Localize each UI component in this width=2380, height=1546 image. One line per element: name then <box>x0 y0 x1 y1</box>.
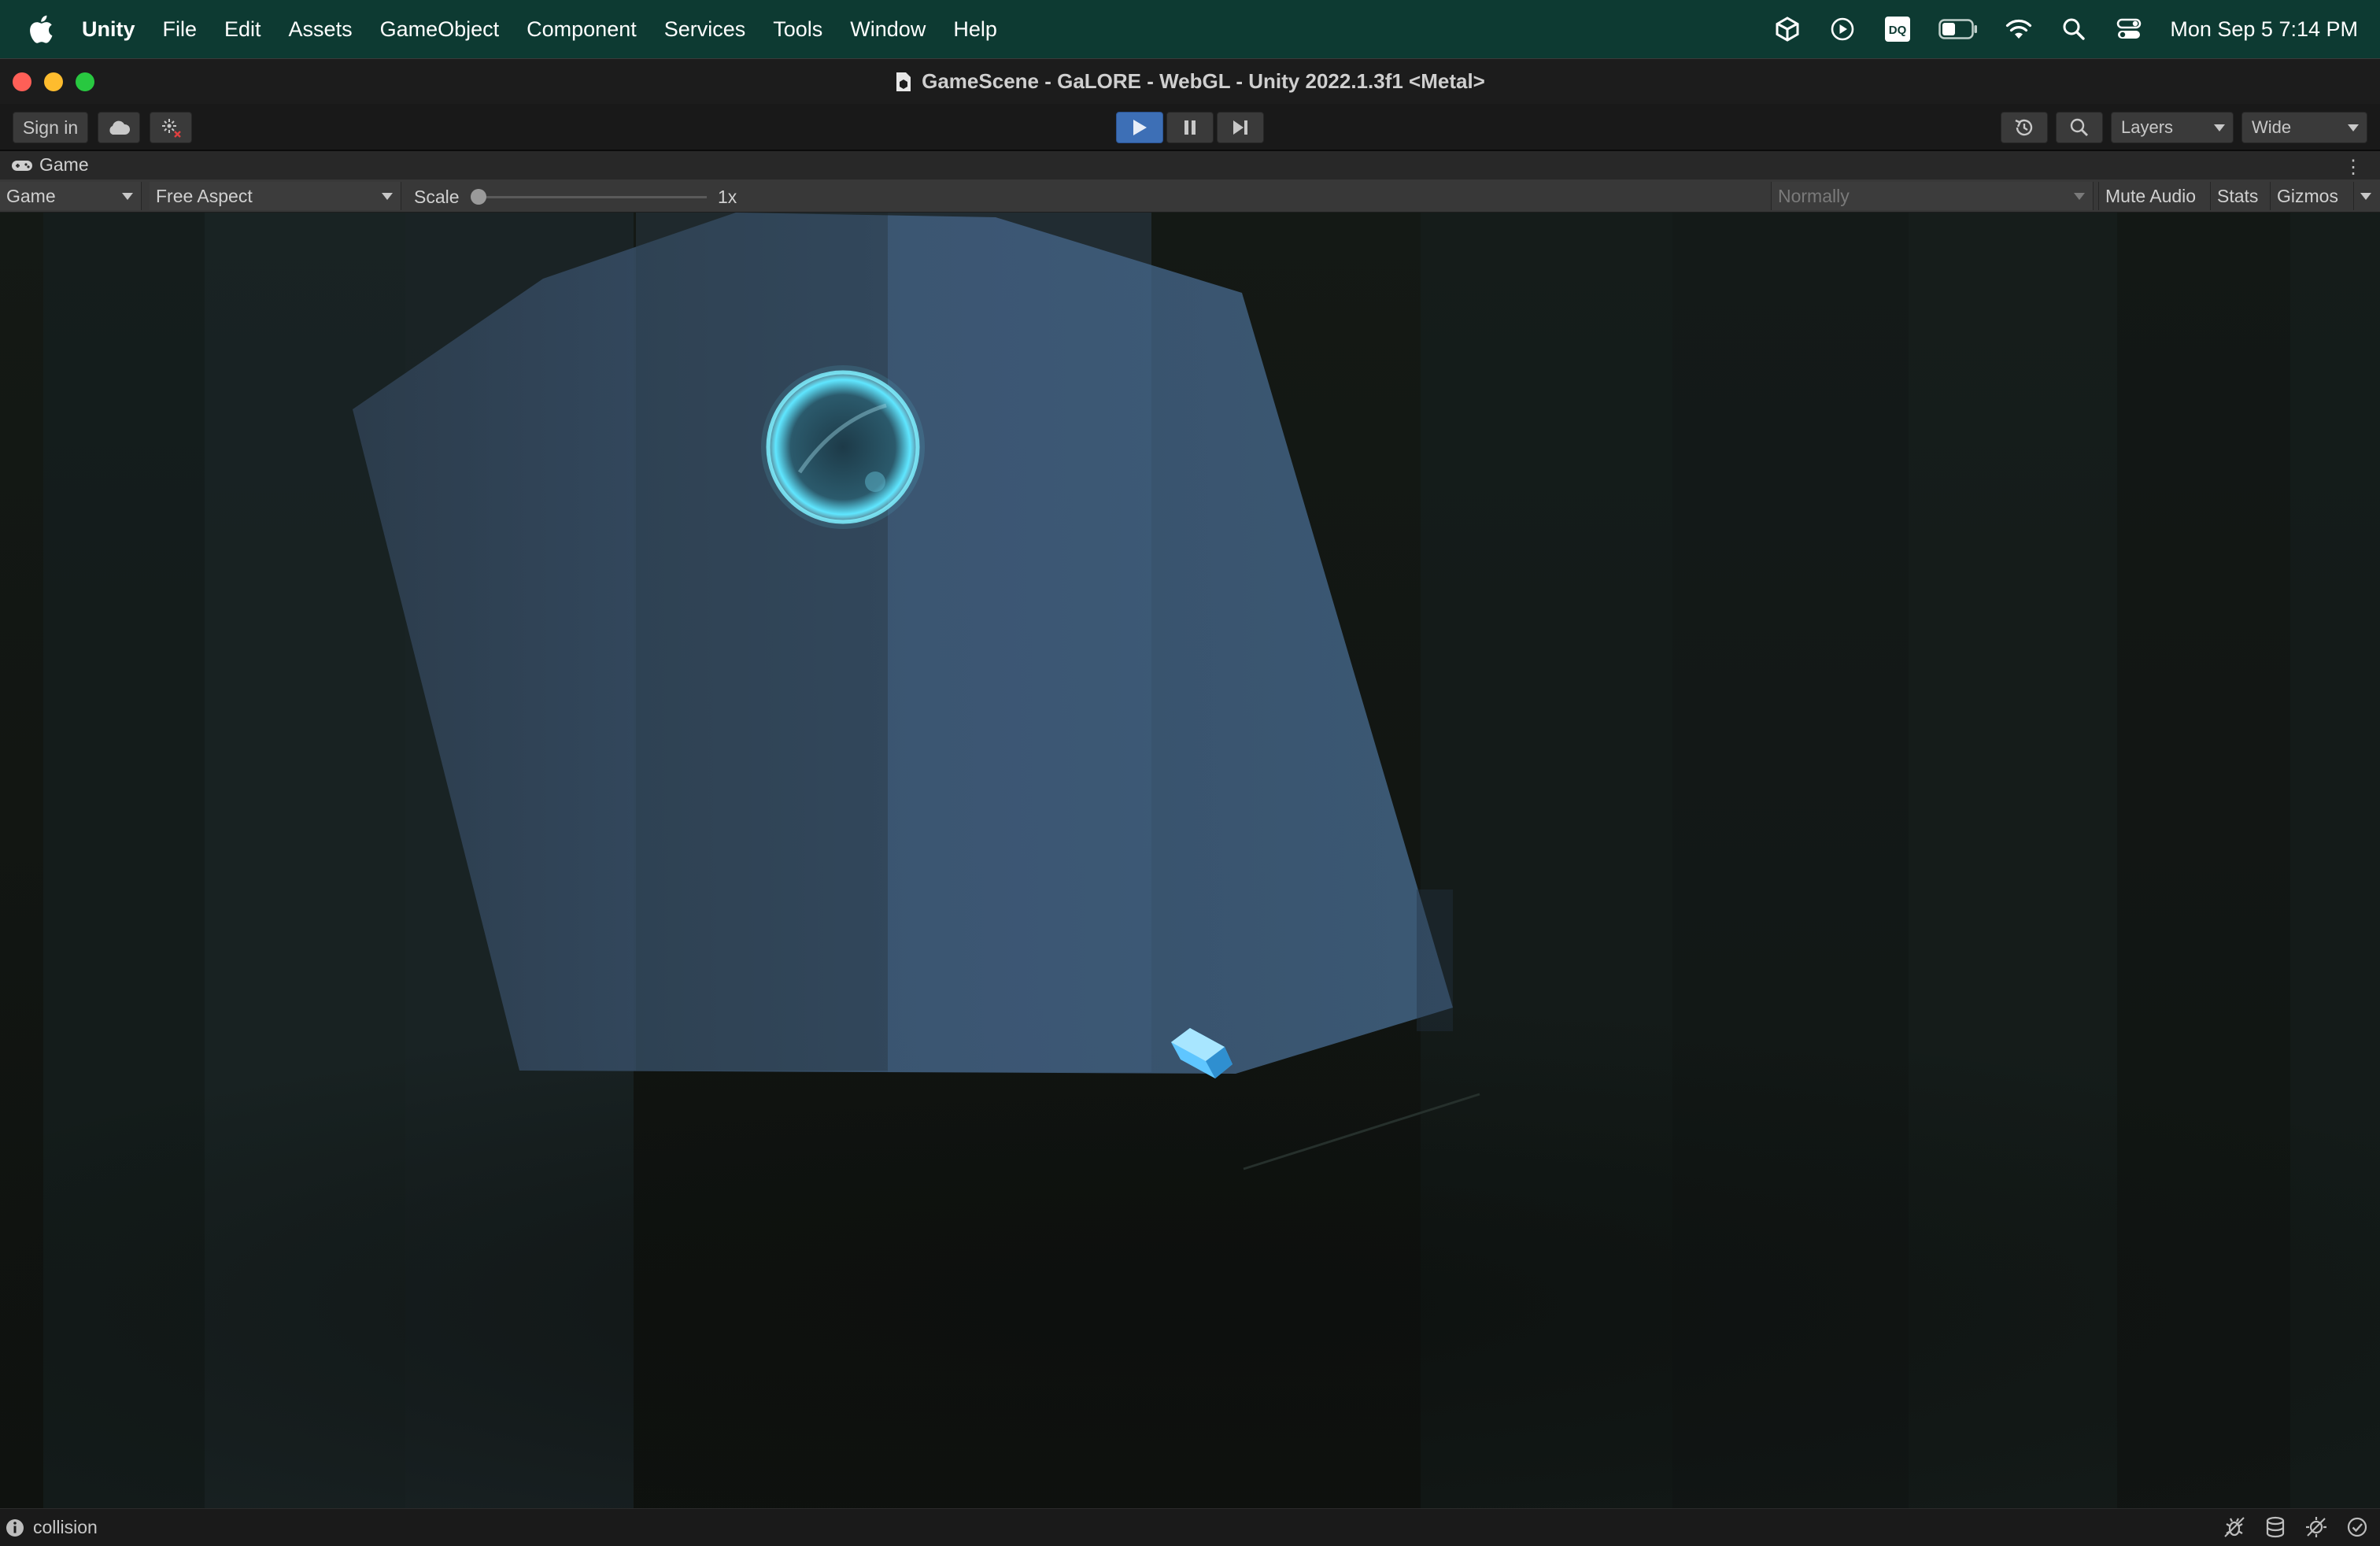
apple-logo-icon[interactable] <box>28 15 54 43</box>
menu-window[interactable]: Window <box>850 17 926 42</box>
progress-check-icon[interactable] <box>2345 1515 2369 1539</box>
play-mode-dropdown[interactable]: Normally <box>1771 182 2094 210</box>
undo-history-button[interactable] <box>2001 112 2048 143</box>
status-bar-icons <box>2223 1515 2369 1539</box>
menu-file[interactable]: File <box>163 17 198 42</box>
layers-dropdown-label: Layers <box>2121 117 2174 137</box>
play-mode-dropdown-label: Normally <box>1778 185 1850 206</box>
battery-icon[interactable] <box>1938 15 1978 43</box>
aspect-dropdown[interactable]: Free Aspect <box>150 182 401 210</box>
menu-gameobject[interactable]: GameObject <box>380 17 500 42</box>
chevron-down-icon <box>382 193 393 200</box>
console-status-bar[interactable]: collision <box>0 1508 2380 1546</box>
sign-in-button[interactable]: Sign in <box>13 112 88 143</box>
wifi-icon[interactable] <box>2005 15 2033 43</box>
layout-dropdown[interactable]: Wide <box>2241 112 2367 143</box>
gizmos-menu-button[interactable] <box>2353 182 2380 210</box>
game-view-controls: Game Free Aspect Scale 1x Normally Mute … <box>0 179 2380 213</box>
display-dropdown-label: Game <box>6 185 56 206</box>
play-circle-icon[interactable] <box>1828 15 1857 43</box>
scale-slider-track[interactable] <box>479 196 707 198</box>
chevron-down-icon <box>2074 193 2085 200</box>
collab-sparkle-icon <box>162 119 181 138</box>
glowing-sphere <box>761 365 925 529</box>
chevron-down-icon <box>2348 124 2359 131</box>
main-toolbar: Sign in Layers Wide <box>0 104 2380 151</box>
more-options-icon[interactable]: ⋮ <box>2344 156 2363 179</box>
step-button[interactable] <box>1217 112 1264 143</box>
menu-bar-clock[interactable]: Mon Sep 5 7:14 PM <box>2170 17 2358 42</box>
game-view-tab-bar: Game ⋮ <box>0 151 2380 179</box>
search-icon[interactable] <box>2060 15 2088 43</box>
window-title: GameScene - GaLORE - WebGL - Unity 2022.… <box>895 69 1485 94</box>
menu-help[interactable]: Help <box>953 17 997 42</box>
stats-button[interactable]: Stats <box>2210 182 2264 210</box>
chevron-down-icon <box>2214 124 2225 131</box>
layers-dropdown[interactable]: Layers <box>2111 112 2234 143</box>
gizmos-button[interactable]: Gizmos <box>2270 182 2345 210</box>
play-icon <box>1133 120 1147 135</box>
status-message[interactable]: collision <box>5 1517 98 1538</box>
cloud-button[interactable] <box>98 112 140 143</box>
chevron-down-icon <box>122 193 133 200</box>
gamepad-icon <box>12 160 32 171</box>
collab-button[interactable] <box>150 112 192 143</box>
info-icon <box>6 1518 24 1537</box>
tab-game[interactable]: Game <box>11 154 89 176</box>
menu-component[interactable]: Component <box>527 17 637 42</box>
window-title-bar: GameScene - GaLORE - WebGL - Unity 2022.… <box>0 58 2380 104</box>
status-message-text: collision <box>33 1517 98 1537</box>
history-icon <box>2015 119 2033 136</box>
game-viewport[interactable] <box>0 213 2380 1508</box>
close-window-button[interactable] <box>13 72 31 91</box>
scale-value: 1x <box>718 187 737 207</box>
tab-game-label: Game <box>39 154 89 175</box>
menu-edit[interactable]: Edit <box>224 17 261 42</box>
layout-dropdown-label: Wide <box>2252 117 2292 137</box>
control-center-icon[interactable] <box>2115 15 2143 43</box>
dq-icon-label: DQ <box>1889 24 1907 37</box>
pause-icon <box>1184 120 1196 135</box>
macos-menu-bar: Unity File Edit Assets GameObject Compon… <box>0 0 2380 58</box>
debug-bug-icon[interactable] <box>2223 1515 2246 1539</box>
chevron-down-icon <box>2360 192 2371 200</box>
unity-hub-icon[interactable] <box>1773 15 1802 43</box>
menu-app-unity[interactable]: Unity <box>82 17 135 42</box>
play-button[interactable] <box>1116 112 1163 143</box>
search-icon <box>2070 118 2088 136</box>
cloud-icon <box>109 120 131 135</box>
aspect-dropdown-label: Free Aspect <box>156 185 253 206</box>
cache-server-icon[interactable] <box>2264 1515 2287 1539</box>
scale-label: Scale <box>414 187 460 207</box>
dq-icon[interactable]: DQ <box>1883 15 1912 43</box>
step-icon <box>1233 120 1247 135</box>
menu-assets[interactable]: Assets <box>289 17 353 42</box>
window-title-text: GameScene - GaLORE - WebGL - Unity 2022.… <box>922 69 1485 93</box>
pause-button[interactable] <box>1166 112 1214 143</box>
display-dropdown[interactable]: Game <box>0 182 142 210</box>
search-button[interactable] <box>2056 112 2103 143</box>
game-scene-render <box>0 213 2380 1508</box>
auto-generate-lighting-icon[interactable] <box>2304 1515 2328 1539</box>
window-controls <box>13 72 94 91</box>
mute-audio-button[interactable]: Mute Audio <box>2098 182 2202 210</box>
scene-document-icon <box>896 72 911 91</box>
menu-tools[interactable]: Tools <box>773 17 822 42</box>
minimize-window-button[interactable] <box>44 72 63 91</box>
zoom-window-button[interactable] <box>76 72 94 91</box>
scale-slider-handle[interactable] <box>471 189 486 205</box>
menu-bar-status-area: DQ Mon Sep 5 7:14 PM <box>1773 0 2358 58</box>
menu-services[interactable]: Services <box>664 17 746 42</box>
